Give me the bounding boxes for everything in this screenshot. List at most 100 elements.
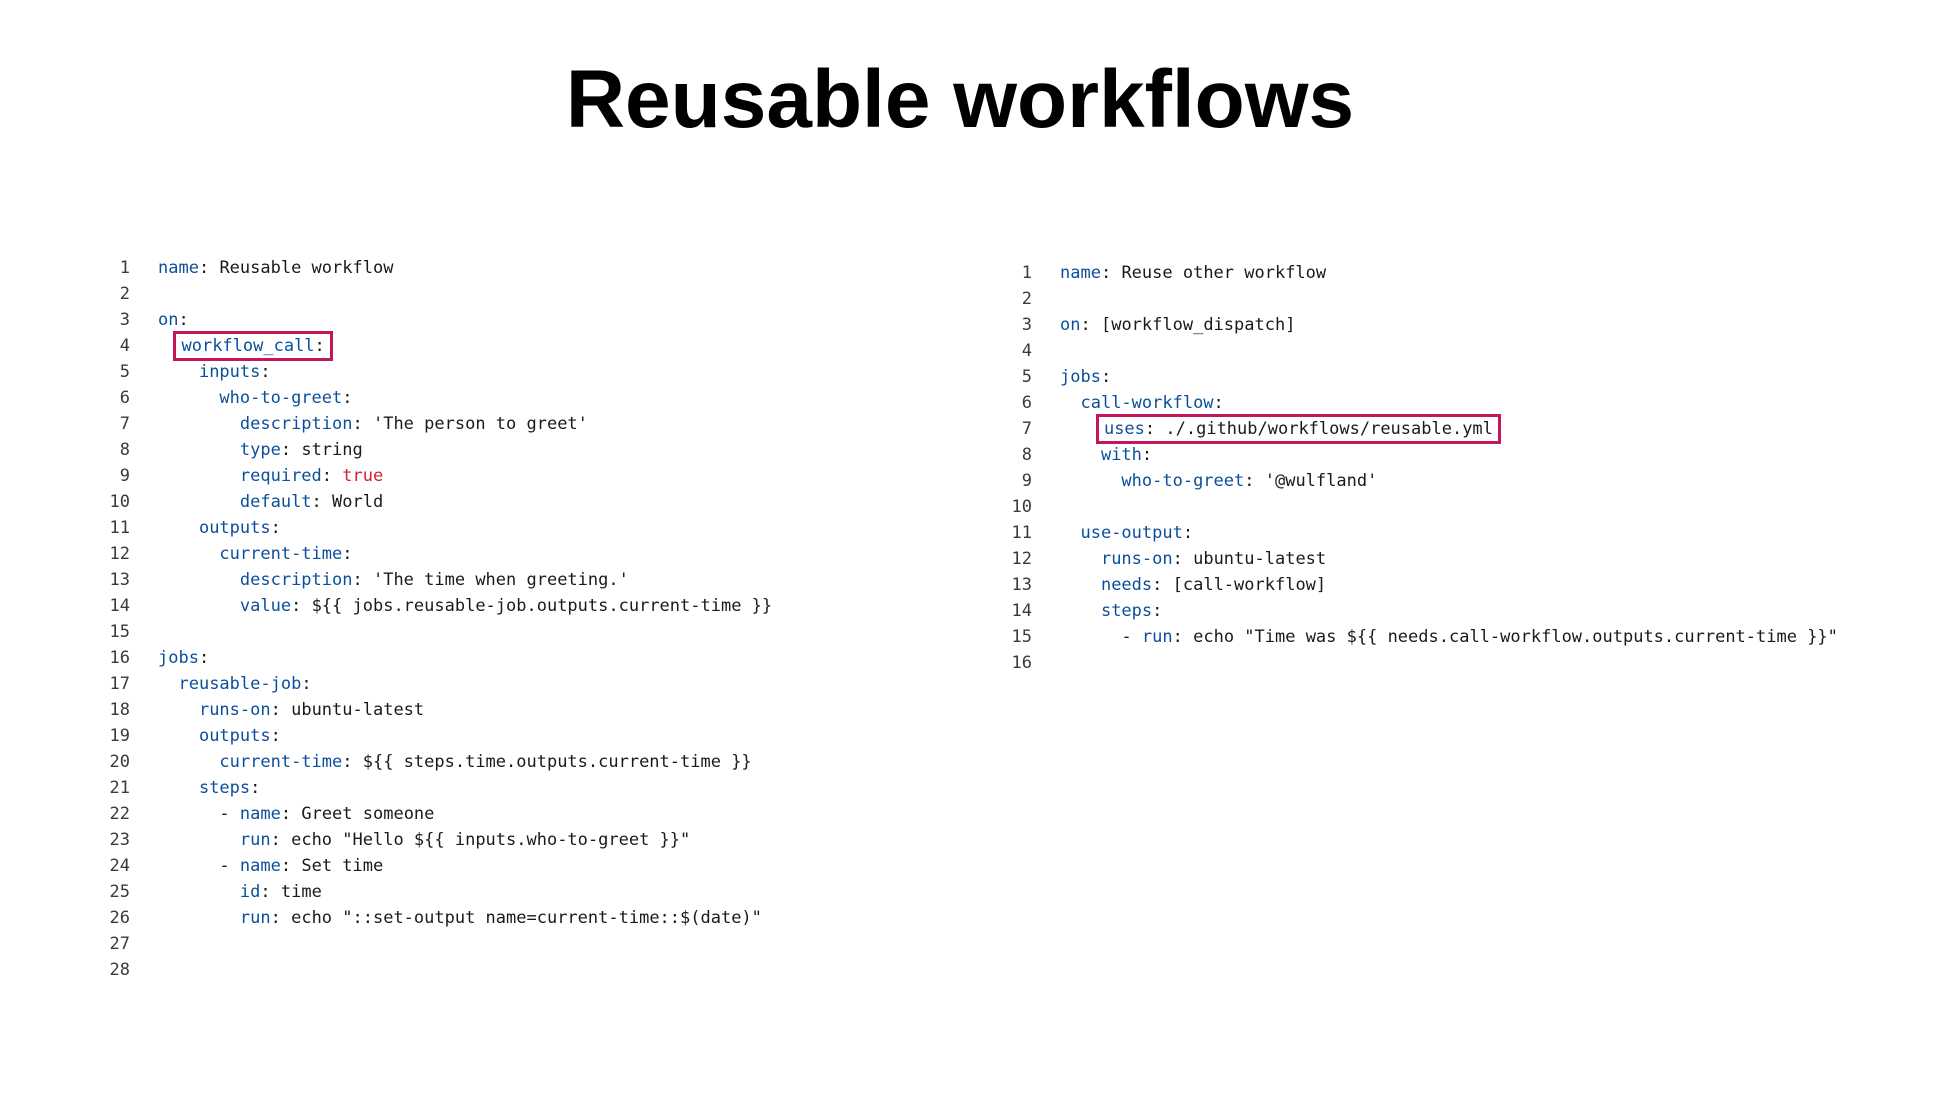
line-number: 7 [1021,419,1032,439]
yaml-value: ubuntu-latest [1193,549,1327,569]
yaml-separator: : [301,674,312,694]
line-code: id: time [158,879,322,905]
line-code: runs-on: ubuntu-latest [1060,546,1326,572]
line-code: inputs: [158,359,271,385]
line-number: 6 [1021,393,1032,413]
yaml-key: runs-on [1100,549,1173,569]
yaml-key: reusable-job [178,674,302,694]
line-code: call-workflow: [1060,390,1224,416]
slide-title: Reusable workflows [565,54,1355,145]
yaml-key: description [239,414,353,434]
yaml-key: who-to-greet [1121,471,1245,491]
yaml-value: [workflow_dispatch] [1100,315,1296,335]
line-code: reusable-job: [158,671,312,697]
yaml-separator: : [352,570,373,590]
line-code: runs-on: ubuntu-latest [158,697,424,723]
yaml-key: required [239,466,322,486]
yaml-value: 'The person to greet' [372,414,588,434]
yaml-separator: : [198,258,220,278]
yaml-separator: : [342,752,363,772]
line-number: 10 [109,492,130,512]
yaml-separator: : [270,908,292,928]
yaml-key: run [239,830,271,850]
yaml-key: on [1060,315,1081,335]
yaml-value: time [280,882,322,902]
yaml-key: id [239,882,261,902]
yaml-key: uses [1103,419,1145,439]
yaml-key: name [239,856,281,876]
line-code: - name: Greet someone [158,801,434,827]
yaml-separator: : [280,856,302,876]
yaml-separator: : [1100,263,1122,283]
yaml-key: description [239,570,353,590]
yaml-separator: : [342,388,353,408]
line-code: name: Reuse other workflow [1060,260,1326,286]
yaml-separator: : [1213,393,1224,413]
yaml-separator: : [314,336,325,356]
line-number: 11 [109,518,130,538]
line-number: 13 [1011,575,1032,595]
line-number: 1 [119,258,130,278]
yaml-separator: : [291,596,312,616]
yaml-value: echo "::set-output name=current-time::$(… [291,908,762,928]
yaml-value: Reuse other workflow [1121,263,1327,283]
yaml-separator: : [198,648,210,668]
line-code: description: 'The time when greeting.' [158,567,629,593]
yaml-key: jobs [1060,367,1101,387]
line-code: current-time: ${{ steps.time.outputs.cur… [158,749,751,775]
line-number: 14 [1011,601,1032,621]
yaml-key: workflow_call [181,336,315,356]
line-code: uses: ./.github/workflows/reusable.yml [1060,414,1501,444]
line-number: 21 [109,778,130,798]
line-code: who-to-greet: [158,385,353,411]
yaml-value: ubuntu-latest [291,700,425,720]
line-code: needs: [call-workflow] [1060,572,1326,598]
line-code: steps: [158,775,260,801]
line-code: type: string [158,437,363,463]
yaml-key: current-time [219,752,343,772]
yaml-separator: : [1100,367,1112,387]
yaml-key: name [239,804,281,824]
yaml-separator: : [270,726,281,746]
yaml-key: outputs [198,518,271,538]
line-number: 17 [109,674,130,694]
highlight-box: uses: ./.github/workflows/reusable.yml [1095,414,1501,444]
yaml-key: needs [1100,575,1153,595]
line-number: 27 [109,934,130,954]
yaml-separator: : [280,440,302,460]
yaml-key: run [1141,627,1173,647]
line-code: outputs: [158,723,281,749]
yaml-key: jobs [158,648,199,668]
line-number: 2 [119,284,130,304]
line-code: current-time: [158,541,352,567]
yaml-key: steps [198,778,251,798]
line-code: workflow_call: [158,331,333,361]
line-code: name: Reusable workflow [158,255,393,281]
yaml-separator: : [1172,627,1194,647]
line-code: with: [1060,442,1152,468]
yaml-separator: : [321,466,343,486]
yaml-key: inputs [198,362,261,382]
line-number: 1 [1021,263,1032,283]
line-code: jobs: [158,645,209,671]
yaml-separator: : [250,778,261,798]
line-number: 8 [1021,445,1032,465]
yaml-key: name [1060,263,1101,283]
yaml-value: Greet someone [301,804,435,824]
yaml-separator: : [260,882,281,902]
line-number: 4 [119,336,130,356]
yaml-separator: : [270,830,292,850]
yaml-value: ./.github/workflows/reusable.yml [1165,419,1493,439]
yaml-value: string [301,440,363,460]
line-code: outputs: [158,515,281,541]
line-number: 3 [119,310,130,330]
line-number: 20 [109,752,130,772]
yaml-separator: : [1152,601,1163,621]
line-number: 6 [119,388,130,408]
yaml-value: ${{ jobs.reusable-job.outputs.current-ti… [311,596,773,616]
line-number: 23 [109,830,130,850]
yaml-separator: : [260,362,271,382]
yaml-key: call-workflow [1080,393,1214,413]
list-dash: - [219,804,240,824]
line-number: 5 [1021,367,1032,387]
